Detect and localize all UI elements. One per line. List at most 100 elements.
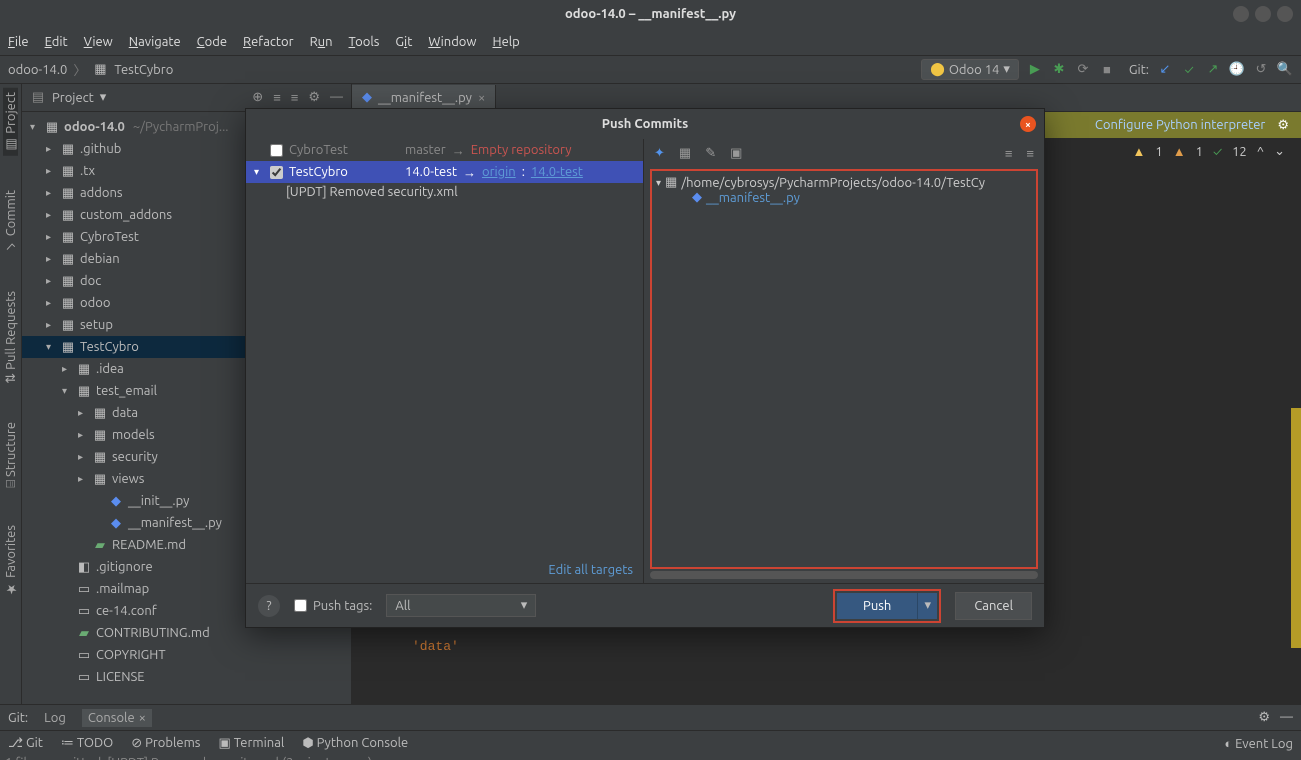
git-toolwindow-tabs: Git: Log Console × ⚙ — — [0, 704, 1301, 730]
menu-edit[interactable]: Edit — [45, 35, 68, 49]
search-everywhere-icon[interactable]: 🔍 — [1277, 62, 1293, 78]
window-title: odoo-14.0 – __manifest__.py — [565, 7, 736, 21]
navigation-bar: odoo-14.0 〉 ▦ TestCybro ⬤ Odoo 14 ▾ ▶ ✱ … — [0, 56, 1301, 84]
push-button-menu[interactable]: ▾ — [917, 593, 937, 619]
remote-link[interactable]: origin — [482, 165, 516, 179]
dialog-title: Push Commits — [602, 117, 688, 131]
revert-icon[interactable]: ↺ — [1253, 62, 1269, 78]
close-icon[interactable]: × — [139, 711, 146, 725]
tab-label: __manifest__.py — [378, 91, 472, 105]
changed-file[interactable]: __manifest__.py — [706, 191, 800, 205]
revert-icon[interactable]: ▣ — [730, 146, 742, 161]
tree-file-copyright[interactable]: ▭COPYRIGHT — [22, 644, 351, 666]
menu-view[interactable]: View — [84, 35, 113, 49]
edit-all-targets-link[interactable]: Edit all targets — [246, 557, 643, 583]
gear-icon[interactable]: ⚙ — [1258, 710, 1270, 725]
event-log[interactable]: ◐ Event Log — [1224, 736, 1293, 751]
run-button[interactable]: ▶ — [1027, 62, 1043, 78]
git-log-tab[interactable]: Log — [44, 711, 66, 725]
collapse-all-icon[interactable]: ≡ — [1026, 146, 1034, 161]
hide-icon[interactable]: — — [330, 90, 343, 105]
push-tags-select[interactable]: All ▾ — [386, 594, 536, 617]
git-commit-icon[interactable]: ✓ — [1181, 62, 1197, 78]
push-tags-checkbox[interactable] — [294, 599, 307, 612]
push-button[interactable]: Push — [837, 593, 917, 619]
close-window-icon[interactable] — [1277, 6, 1293, 22]
dialog-footer: ? Push tags: All ▾ Push ▾ Cancel — [246, 583, 1044, 627]
warning-icon: ▲ — [1133, 144, 1146, 159]
gear-icon[interactable]: ⚙ — [1277, 118, 1289, 133]
push-tags-label: Push tags: — [313, 599, 372, 613]
horizontal-scrollbar[interactable] — [650, 571, 1038, 579]
select-opened-file-icon[interactable]: ⊕ — [252, 90, 263, 105]
inspection-widget[interactable]: ▲1 ▲1 ✓12 ^⌄ — [1133, 144, 1285, 159]
tool-git[interactable]: ⎇ Git — [8, 736, 43, 751]
group-by-icon[interactable]: ▦ — [679, 146, 691, 161]
python-file-icon: ◆ — [362, 90, 372, 105]
breadcrumb-root[interactable]: odoo-14.0 — [8, 63, 67, 77]
tool-commit[interactable]: ✓ Commit — [4, 186, 18, 257]
coverage-button[interactable]: ⟳ — [1075, 62, 1091, 78]
expand-all-icon[interactable]: ≡ — [1005, 146, 1013, 161]
target-branch-link[interactable]: 14.0-test — [531, 165, 583, 179]
menu-code[interactable]: Code — [197, 35, 227, 49]
diff-icon[interactable]: ✎ — [705, 146, 716, 161]
close-tab-icon[interactable]: × — [478, 91, 485, 105]
repo-checkbox[interactable] — [270, 166, 283, 179]
repo-row-cybrotest[interactable]: CybroTest master → Empty repository — [246, 139, 643, 161]
close-dialog-button[interactable]: × — [1020, 116, 1036, 132]
gear-icon[interactable]: ⚙ — [308, 90, 320, 105]
tool-todo[interactable]: ≔ TODO — [61, 736, 113, 751]
code-token: 'data' — [412, 639, 459, 654]
debug-button[interactable]: ✱ — [1051, 62, 1067, 78]
tree-file-license[interactable]: ▭LICENSE — [22, 666, 351, 688]
git-push-icon[interactable]: ↗ — [1205, 62, 1221, 78]
cancel-button[interactable]: Cancel — [955, 592, 1032, 620]
push-commits-dialog: Push Commits × CybroTest master → Empty … — [245, 108, 1045, 628]
changed-files-tree[interactable]: ▾▦/home/cybrosys/PycharmProjects/odoo-14… — [650, 169, 1038, 569]
menu-navigate[interactable]: Navigate — [129, 35, 181, 49]
menu-file[interactable]: File — [8, 35, 29, 49]
chevron-up-icon[interactable]: ^ — [1257, 145, 1264, 159]
python-file-icon: ◆ — [692, 190, 702, 205]
scrollbar-marker — [1291, 408, 1301, 648]
configure-interpreter-link[interactable]: Configure Python interpreter — [1095, 118, 1265, 132]
project-label[interactable]: Project — [52, 91, 94, 105]
help-button[interactable]: ? — [258, 595, 280, 617]
git-label: Git: — [1129, 63, 1149, 77]
repo-checkbox[interactable] — [270, 144, 283, 157]
maximize-icon[interactable] — [1255, 6, 1271, 22]
bottom-tool-strip: ⎇ Git ≔ TODO ⊘ Problems ▣ Terminal ⬢ Pyt… — [0, 730, 1301, 756]
pin-icon[interactable]: ✦ — [654, 146, 665, 161]
git-pull-icon[interactable]: ↙ — [1157, 62, 1173, 78]
tool-python-console[interactable]: ⬢ Python Console — [302, 736, 408, 751]
git-console-tab[interactable]: Console × — [82, 709, 152, 727]
menu-run[interactable]: Run — [310, 35, 333, 49]
status-bar: 1 file committed: [UPDT] Removed securit… — [0, 756, 1301, 760]
breadcrumb-item[interactable]: TestCybro — [114, 63, 173, 77]
push-button-highlight: Push ▾ — [833, 589, 941, 623]
tool-structure[interactable]: ⌸ Structure — [4, 418, 18, 492]
repo-row-testcybro[interactable]: ▾ TestCybro 14.0-test → origin : 14.0-te… — [246, 161, 643, 183]
minimize-icon[interactable] — [1233, 6, 1249, 22]
menu-help[interactable]: Help — [493, 35, 520, 49]
run-configuration-selector[interactable]: ⬤ Odoo 14 ▾ — [921, 59, 1019, 80]
chevron-down-icon[interactable]: ⌄ — [1274, 144, 1285, 159]
repos-pane: CybroTest master → Empty repository ▾ Te… — [246, 139, 644, 583]
tool-project[interactable]: ▤ Project — [3, 88, 18, 156]
folder-icon: ▦ — [665, 175, 677, 190]
tool-problems[interactable]: ⊘ Problems — [131, 736, 200, 751]
hide-icon[interactable]: — — [1280, 710, 1293, 725]
menu-tools[interactable]: Tools — [349, 35, 380, 49]
tool-favorites[interactable]: ★ Favorites — [3, 521, 18, 600]
editor-tab-manifest[interactable]: ◆ __manifest__.py × — [352, 85, 496, 111]
tool-terminal[interactable]: ▣ Terminal — [218, 736, 284, 751]
collapse-all-icon[interactable]: ≡ — [291, 90, 299, 105]
menu-window[interactable]: Window — [428, 35, 476, 49]
expand-all-icon[interactable]: ≡ — [273, 90, 281, 105]
git-history-icon[interactable]: 🕘 — [1229, 62, 1245, 78]
chevron-down-icon[interactable]: ▾ — [100, 90, 107, 105]
menu-git[interactable]: Git — [395, 35, 412, 49]
menu-refactor[interactable]: Refactor — [243, 35, 294, 49]
tool-pull-requests[interactable]: ⇅ Pull Requests — [3, 287, 18, 388]
